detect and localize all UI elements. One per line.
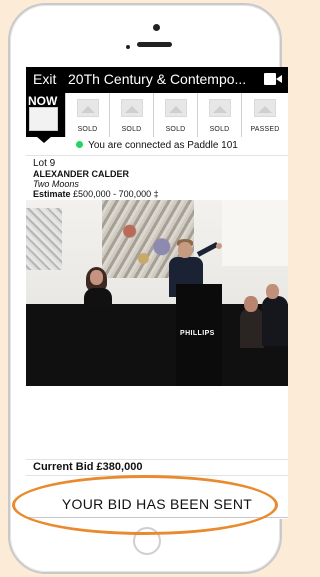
top-bar: Exit 20Th Century & Contempo... (26, 67, 288, 91)
connection-message: You are connected as Paddle 101 (88, 140, 238, 151)
lot-status: SOLD (165, 126, 186, 133)
estimate-value: £500,000 - 700,000 ‡ (73, 189, 159, 199)
lot-item[interactable]: PASSED (241, 93, 288, 137)
clerk-figure (84, 288, 112, 308)
lot-status: PASSED (250, 126, 280, 133)
sale-title: 20Th Century & Contempo... (68, 71, 247, 87)
image-placeholder-icon (120, 99, 143, 117)
rostrum-label: PHILLIPS (180, 330, 215, 337)
lot-item[interactable]: SOLD (153, 93, 197, 137)
lot-estimate: Estimate £500,000 - 700,000 ‡ (33, 189, 283, 199)
content-spacer (26, 386, 288, 458)
image-placeholder-icon (76, 99, 99, 117)
lot-strip: NOW SOLD SOLD SOLD SOLD PASSED (26, 91, 288, 137)
earpiece-speaker (137, 42, 172, 47)
image-placeholder-icon (254, 99, 276, 117)
lot-status: SOLD (121, 126, 142, 133)
image-placeholder-icon (29, 107, 58, 131)
lot-current[interactable]: NOW (26, 93, 65, 137)
lot-status: SOLD (77, 126, 98, 133)
divider (26, 475, 288, 476)
proximity-sensor (126, 45, 130, 49)
lot-item[interactable]: SOLD (109, 93, 153, 137)
image-placeholder-icon (164, 99, 187, 117)
divider (26, 155, 288, 156)
lot-number: Lot 9 (33, 158, 56, 169)
lot-item[interactable]: SOLD (197, 93, 241, 137)
divider (26, 459, 288, 460)
video-camera-icon[interactable] (264, 73, 282, 85)
connection-status: You are connected as Paddle 101 (26, 139, 288, 153)
bid-status-banner: YOUR BID HAS BEEN SENT (26, 491, 288, 518)
lot-work-title: Two Moons (33, 179, 79, 189)
current-bid: Current Bid £380,000 (33, 461, 143, 473)
exit-button[interactable]: Exit (33, 67, 56, 91)
app-screen: Exit 20Th Century & Contempo... NOW SOLD… (26, 67, 288, 519)
home-button[interactable] (133, 527, 161, 555)
lot-artist: ALEXANDER CALDER (33, 169, 130, 179)
now-label: NOW (28, 94, 58, 108)
lot-status: SOLD (209, 126, 230, 133)
lot-info: Lot 9 ALEXANDER CALDER Two Moons Estimat… (33, 158, 283, 200)
green-dot-icon (76, 141, 84, 148)
image-placeholder-icon (208, 99, 231, 117)
lot-item[interactable]: SOLD (65, 93, 109, 137)
estimate-label: Estimate (33, 189, 71, 199)
painting-left (26, 208, 62, 270)
live-auction-photo: PHILLIPS (26, 200, 288, 386)
wall-screen (222, 200, 288, 266)
front-camera (153, 24, 160, 31)
